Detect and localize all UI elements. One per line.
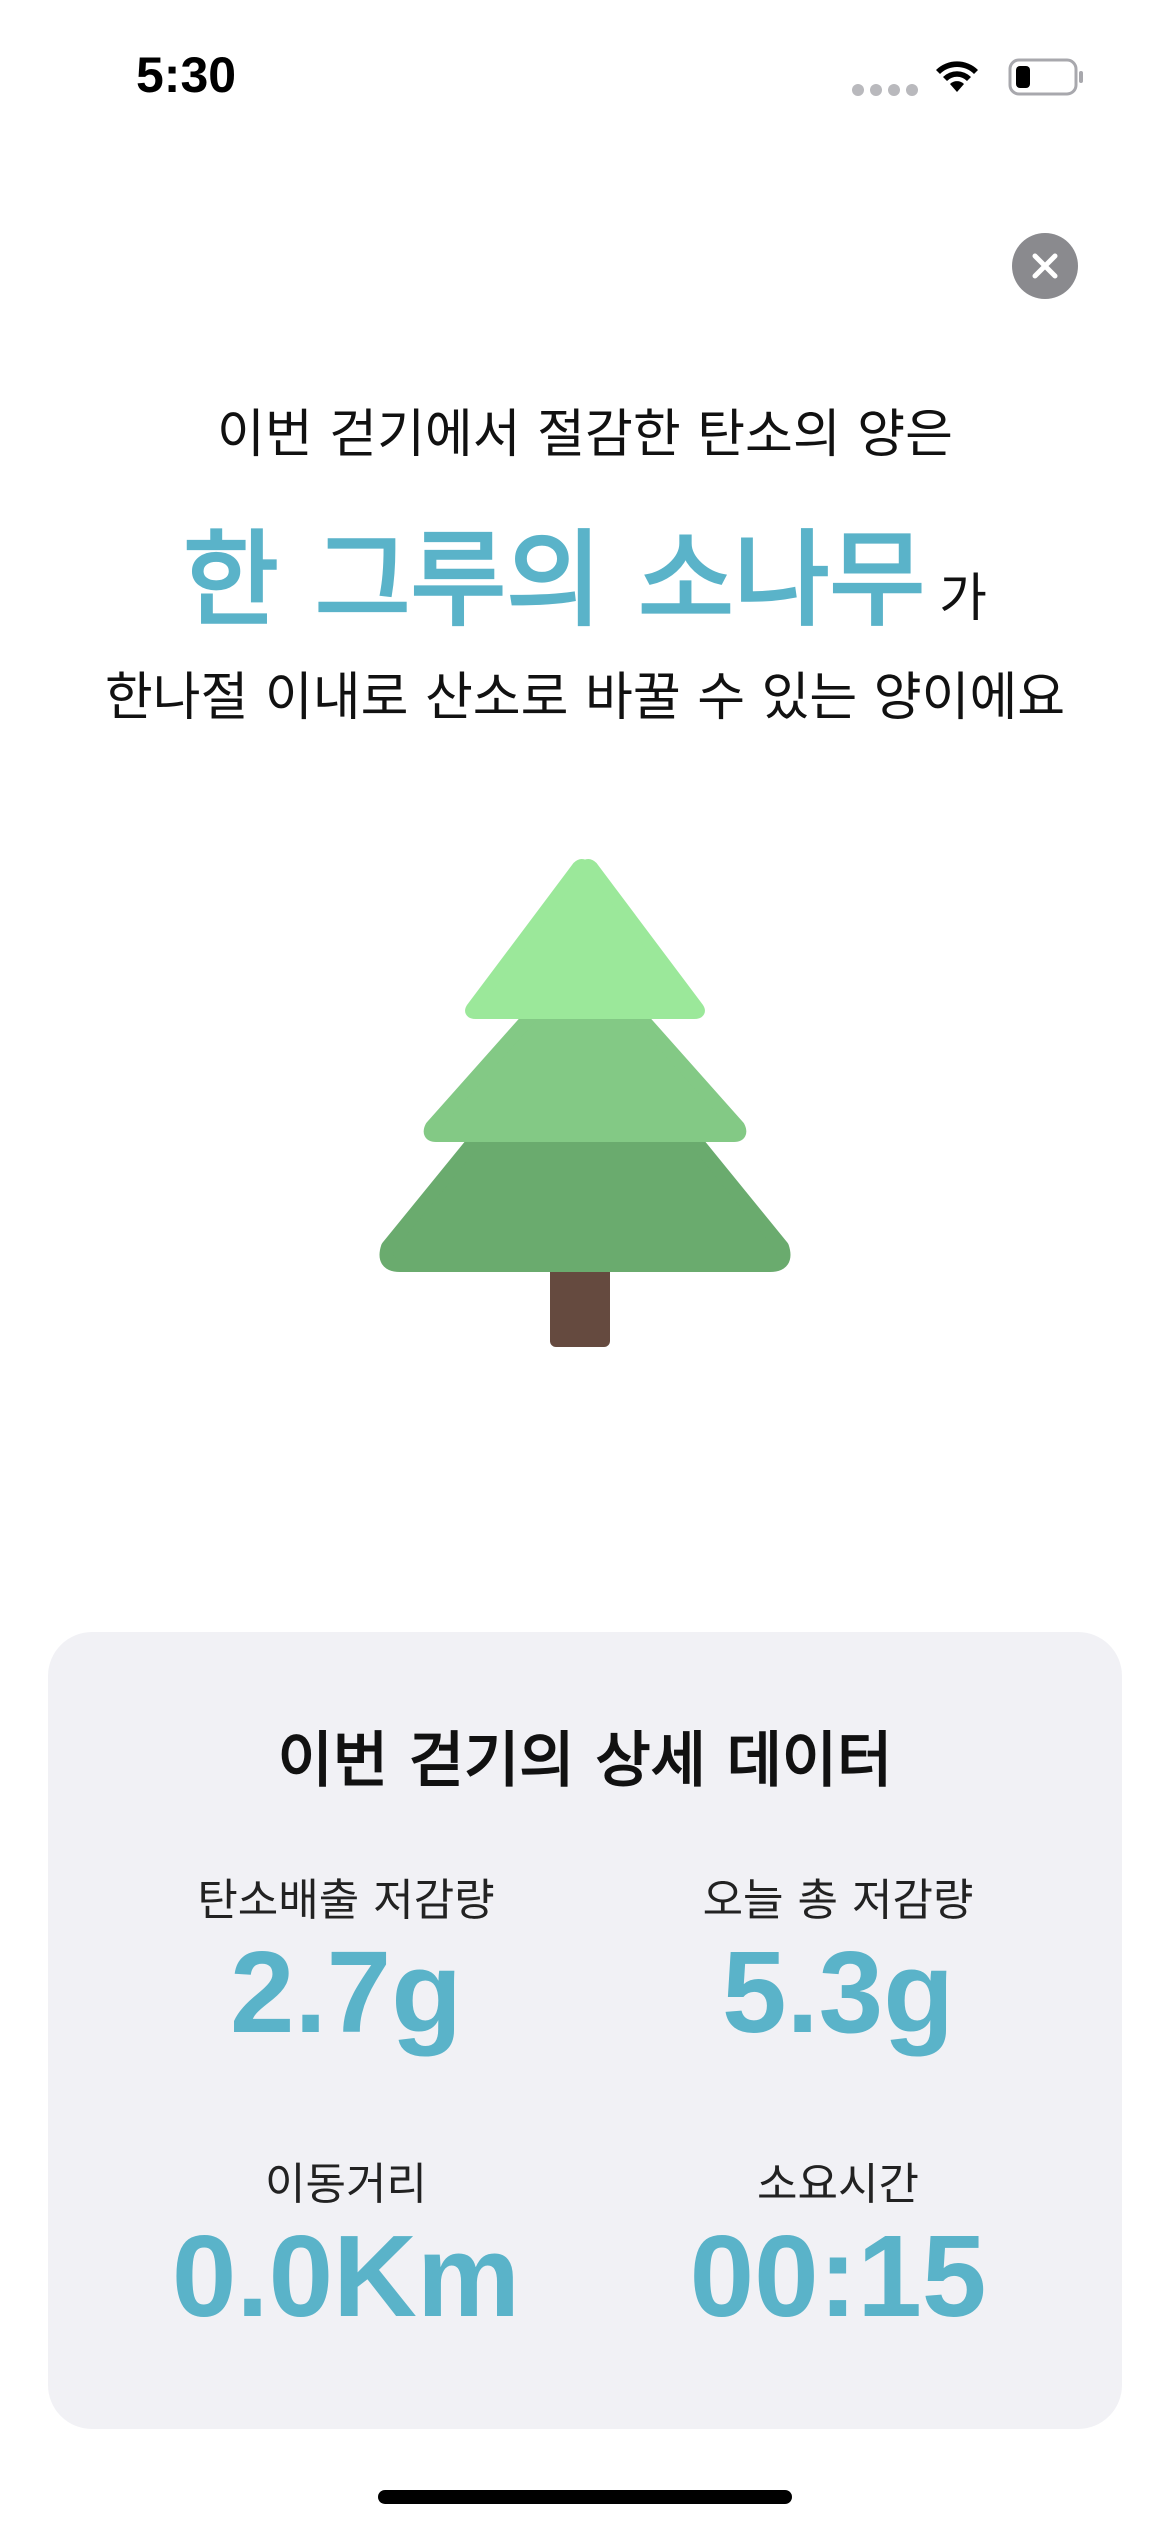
stat-value: 5.3g: [721, 1927, 955, 2057]
headline-explanation: 한나절 이내로 산소로 바꿀 수 있는 양이에요: [104, 668, 1066, 728]
home-indicator[interactable]: [378, 2490, 792, 2504]
stat-label: 오늘 총 저감량: [702, 1875, 974, 1926]
stat-value: 00:15: [689, 2211, 987, 2341]
stat-value: 2.7g: [229, 1927, 463, 2057]
status-bar: 5:30: [0, 0, 1170, 150]
stat-today-total: 오늘 총 저감량 5.3g: [598, 1864, 1078, 2054]
stat-carbon-reduction: 탄소배출 저감량 2.7g: [106, 1864, 586, 2054]
detail-title: 이번 걷기의 상세 데이터: [277, 1726, 893, 1796]
headline-result: 한 그루의 소나무 가: [0, 495, 1170, 646]
battery-icon: [1008, 58, 1083, 96]
headline-intro: 이번 걷기에서 절감한 탄소의 양은: [217, 405, 953, 465]
cellular-signal-icon: [852, 84, 918, 96]
tree-top-layer: [465, 859, 705, 1019]
close-icon: [1032, 253, 1058, 279]
wifi-icon: [936, 61, 978, 92]
status-time: 5:30: [136, 47, 237, 103]
stat-distance: 이동거리 0.0Km: [106, 2148, 586, 2338]
detail-card: 이번 걷기의 상세 데이터 탄소배출 저감량 2.7g 오늘 총 저감량 5.3…: [48, 1632, 1122, 2429]
stat-duration: 소요시간 00:15: [598, 2148, 1078, 2338]
stat-value: 0.0Km: [171, 2211, 521, 2341]
stat-label: 이동거리: [265, 2159, 427, 2210]
result-highlight: 한 그루의 소나무: [182, 519, 926, 641]
tree-illustration: [379, 859, 791, 1347]
result-particle: 가: [939, 569, 988, 629]
stat-label: 탄소배출 저감량: [197, 1875, 495, 1926]
stat-label: 소요시간: [757, 2159, 919, 2210]
close-button[interactable]: [1012, 233, 1078, 299]
